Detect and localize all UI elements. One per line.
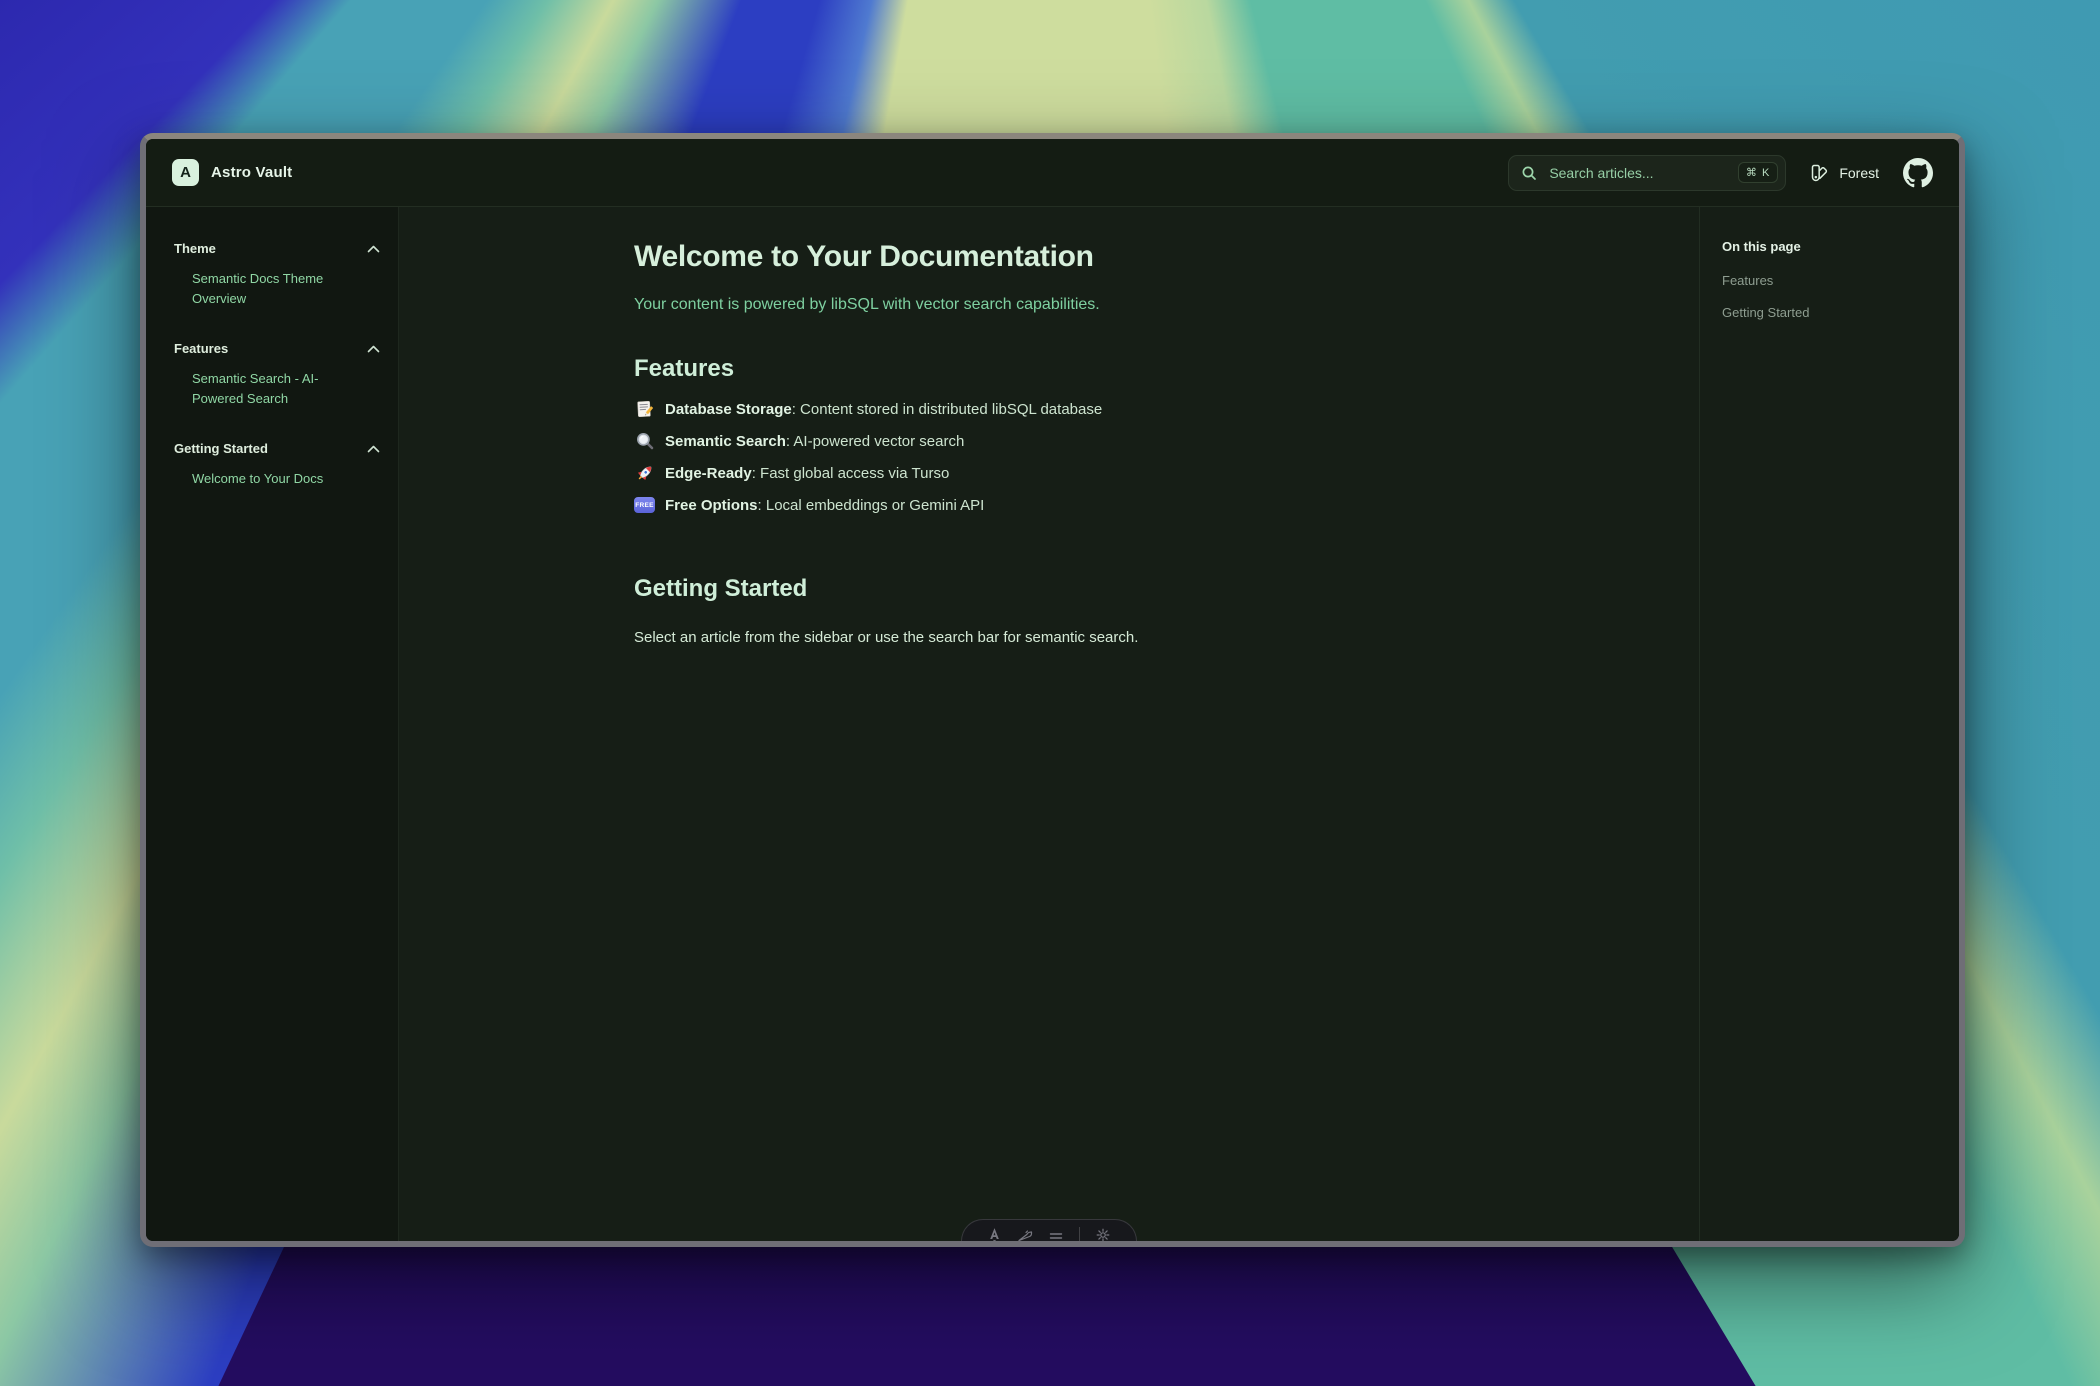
page-intro: Your content is powered by libSQL with v…: [634, 293, 1464, 317]
rocket-icon: [634, 463, 655, 484]
main-content: Welcome to Your Documentation Your conte…: [399, 207, 1699, 1241]
chevron-up-icon: [367, 245, 380, 253]
sidebar-section-label: Theme: [174, 241, 216, 256]
sidebar-item-welcome-to-your-docs[interactable]: Welcome to Your Docs: [174, 469, 344, 489]
theme-swatch-icon: [1810, 163, 1830, 183]
sidebar-section-theme: Theme Semantic Docs Theme Overview: [174, 241, 380, 309]
feature-text: Free Options: Local embeddings or Gemini…: [665, 497, 984, 514]
sidebar-item-semantic-docs-theme-overview[interactable]: Semantic Docs Theme Overview: [174, 269, 344, 309]
docs-sidebar: Theme Semantic Docs Theme Overview Featu…: [146, 207, 399, 1241]
github-icon: [1903, 158, 1933, 188]
app-window: A Astro Vault ⌘ K Forest: [140, 133, 1965, 1247]
feature-item-database-storage: Database Storage: Content stored in dist…: [634, 393, 1464, 425]
feature-item-semantic-search: Semantic Search: AI-powered vector searc…: [634, 425, 1464, 457]
chevron-up-icon: [367, 345, 380, 353]
page-title: Welcome to Your Documentation: [634, 237, 1464, 277]
free-icon: FREE: [634, 495, 655, 516]
astro-vault-logo: A: [172, 159, 199, 186]
sidebar-section-theme-toggle[interactable]: Theme: [174, 241, 380, 256]
toc-link-features[interactable]: Features: [1722, 273, 1935, 288]
sidebar-section-label: Features: [174, 341, 228, 356]
chevron-up-icon: [367, 445, 380, 453]
on-this-page-title: On this page: [1722, 239, 1935, 254]
feature-item-edge-ready: Edge-Ready: Fast global access via Turso: [634, 457, 1464, 489]
sidebar-section-getting-started: Getting Started Welcome to Your Docs: [174, 441, 380, 489]
search-icon: [1521, 165, 1537, 181]
feature-item-free-options: FREE Free Options: Local embeddings or G…: [634, 489, 1464, 521]
getting-started-text: Select an article from the sidebar or us…: [634, 627, 1464, 649]
site-header: A Astro Vault ⌘ K Forest: [146, 139, 1959, 207]
sidebar-section-label: Getting Started: [174, 441, 268, 456]
site-title: Astro Vault: [211, 164, 292, 181]
audit-rocket-icon[interactable]: [1017, 1227, 1033, 1243]
sidebar-section-features: Features Semantic Search - AI-Powered Se…: [174, 341, 380, 409]
theme-picker-button[interactable]: Forest: [1810, 163, 1879, 183]
github-link[interactable]: [1903, 158, 1933, 188]
feature-text: Edge-Ready: Fast global access via Turso: [665, 465, 949, 482]
logo-letter: A: [180, 164, 191, 181]
feature-text: Semantic Search: AI-powered vector searc…: [665, 433, 964, 450]
header-actions: ⌘ K Forest: [1508, 155, 1933, 191]
theme-name-label: Forest: [1839, 165, 1879, 181]
devbar-separator: [1079, 1227, 1080, 1247]
app-body: Theme Semantic Docs Theme Overview Featu…: [146, 207, 1959, 1241]
getting-started-heading: Getting Started: [634, 573, 1464, 605]
search-input[interactable]: [1547, 164, 1728, 182]
feature-text: Database Storage: Content stored in dist…: [665, 401, 1102, 418]
sidebar-item-semantic-search[interactable]: Semantic Search - AI-Powered Search: [174, 369, 344, 409]
on-this-page-links: Features Getting Started: [1722, 273, 1935, 320]
astro-logo-icon[interactable]: [987, 1227, 1002, 1242]
sidebar-section-links: Semantic Search - AI-Powered Search: [174, 369, 380, 409]
sidebar-section-features-toggle[interactable]: Features: [174, 341, 380, 356]
astro-dev-toolbar: [961, 1219, 1137, 1247]
gear-icon[interactable]: [1095, 1227, 1111, 1243]
sidebar-section-links: Semantic Docs Theme Overview: [174, 269, 380, 309]
article: Welcome to Your Documentation Your conte…: [634, 207, 1464, 649]
brand-home-link[interactable]: A Astro Vault: [172, 159, 292, 186]
features-list: Database Storage: Content stored in dist…: [634, 393, 1464, 521]
sidebar-section-links: Welcome to Your Docs: [174, 469, 380, 489]
search-box[interactable]: ⌘ K: [1508, 155, 1786, 191]
memo-icon: [634, 399, 655, 420]
features-heading: Features: [634, 353, 1464, 385]
magnifier-icon: [634, 431, 655, 452]
sidebar-section-getting-started-toggle[interactable]: Getting Started: [174, 441, 380, 456]
on-this-page-panel: On this page Features Getting Started: [1699, 207, 1959, 1241]
search-shortcut-badge: ⌘ K: [1738, 162, 1778, 183]
menu-icon[interactable]: [1048, 1227, 1064, 1243]
toc-link-getting-started[interactable]: Getting Started: [1722, 305, 1935, 320]
